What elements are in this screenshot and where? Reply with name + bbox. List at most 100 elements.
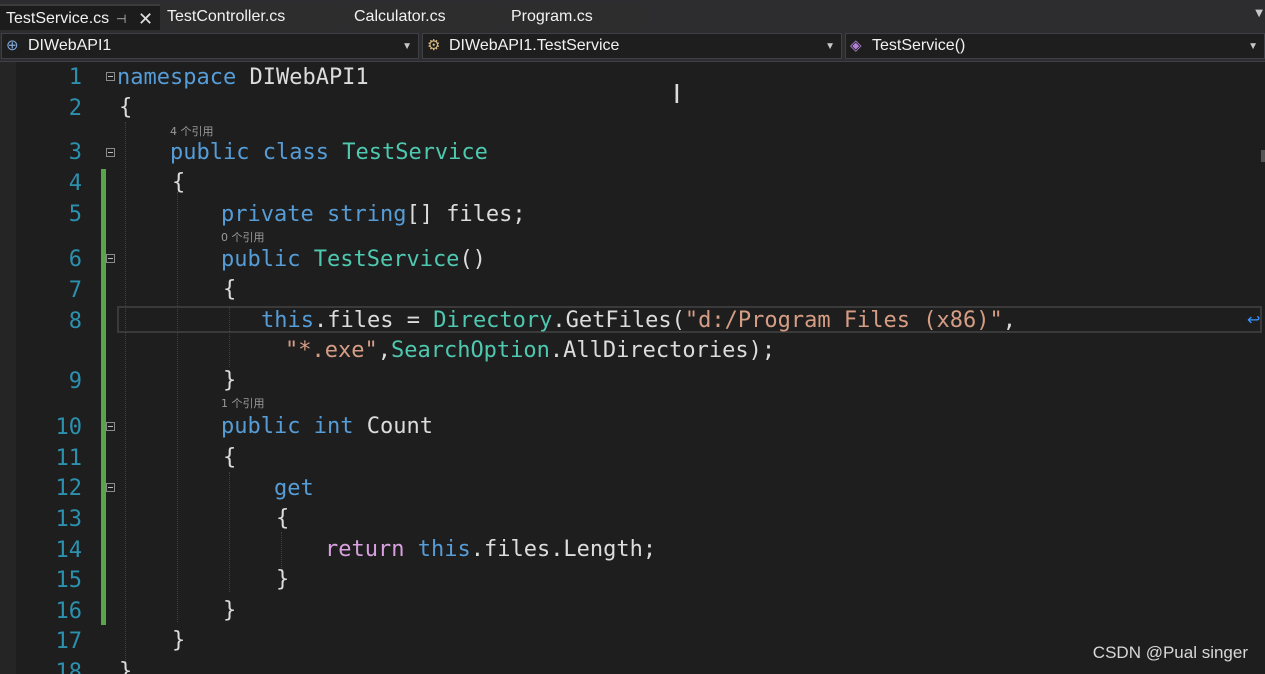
close-icon[interactable]: ✕: [138, 6, 153, 32]
word-wrap-icon: ↩: [1247, 310, 1261, 329]
code-line-13[interactable]: {: [276, 506, 289, 532]
class-icon: ⚙: [427, 37, 441, 54]
code-line-11[interactable]: {: [223, 445, 236, 471]
code-line-8-wrapped[interactable]: "*.exe",SearchOption.AllDirectories);: [285, 338, 775, 364]
tab-testcontroller[interactable]: TestController.cs: [161, 4, 344, 30]
code-line-2[interactable]: {: [119, 95, 132, 121]
code-line-3[interactable]: public class TestService: [170, 140, 488, 166]
tab-calculator[interactable]: Calculator.cs: [348, 4, 501, 30]
collapse-icon[interactable]: [106, 483, 115, 492]
line-number: 11: [55, 446, 83, 471]
keyword: get: [274, 476, 314, 501]
member-dropdown[interactable]: ◈ TestService() ▼: [845, 33, 1265, 59]
navigation-bar: ⊕ DIWebAPI1 ▼ ⚙ DIWebAPI1.TestService ▼ …: [0, 31, 1265, 62]
code-line-15[interactable]: }: [276, 567, 289, 593]
collapse-icon[interactable]: [106, 254, 115, 263]
code-line-7[interactable]: {: [223, 277, 236, 303]
tab-overflow-chevron-icon[interactable]: ▼: [1255, 8, 1263, 19]
brace: {: [172, 170, 186, 195]
code-text: .files =: [313, 308, 434, 333]
code-line-1[interactable]: namespace DIWebAPI1: [117, 65, 369, 91]
line-number: 4: [68, 171, 82, 196]
keyword: private: [221, 202, 314, 227]
brace: }: [223, 368, 237, 393]
code-line-4[interactable]: {: [172, 170, 185, 196]
line-number: 17: [55, 629, 83, 654]
tab-testservice[interactable]: TestService.cs ⊣ ✕: [0, 4, 160, 30]
line-number: 7: [68, 278, 82, 303]
indent-guide: [281, 532, 282, 572]
code-line-16[interactable]: }: [223, 598, 236, 624]
code-line-14[interactable]: return this.files.Length;: [325, 537, 656, 563]
line-number: 9: [68, 369, 82, 394]
comma: ,: [377, 338, 391, 363]
line-number: 13: [55, 507, 83, 532]
tab-program[interactable]: Program.cs: [505, 4, 650, 30]
document-tab-bar: TestService.cs ⊣ ✕ TestController.cs Cal…: [0, 0, 1265, 31]
comma: ,: [1002, 308, 1017, 333]
line-number: 16: [55, 599, 83, 624]
string-literal: "*.exe": [285, 338, 378, 363]
code-line-5[interactable]: private string[] files;: [221, 202, 526, 228]
line-number: 2: [68, 96, 82, 121]
code-editor[interactable]: 1 2 3 4 5 6 7 8 9 10 11 12 13 14 15 16 1…: [0, 62, 1265, 674]
code-line-12[interactable]: get: [274, 476, 314, 502]
code-line-17[interactable]: }: [172, 628, 185, 654]
type-dropdown[interactable]: ⚙ DIWebAPI1.TestService ▼: [422, 33, 842, 59]
type-name: SearchOption: [390, 338, 550, 363]
project-dropdown[interactable]: ⊕ DIWebAPI1 ▼: [1, 33, 419, 59]
collapse-icon[interactable]: [106, 422, 115, 431]
constructor-name: TestService: [313, 247, 460, 272]
code-line-8[interactable]: this.files = Directory.GetFiles("d:/Prog…: [261, 308, 1016, 334]
property-name: Count: [366, 414, 433, 439]
keyword: string: [326, 202, 407, 227]
keyword: public: [221, 414, 301, 439]
string-literal: "d:/Program Files (x86)": [684, 308, 1003, 333]
line-number: 1: [68, 65, 82, 90]
type-name: Directory: [433, 308, 553, 333]
keyword: return: [325, 537, 405, 562]
code-line-10[interactable]: public int Count: [221, 414, 433, 440]
chevron-down-icon[interactable]: ▼: [402, 35, 412, 59]
tab-label: TestController.cs: [167, 8, 286, 25]
brace: {: [276, 506, 290, 531]
method-call: .GetFiles(: [552, 308, 685, 333]
scrollbar-marker[interactable]: [1261, 150, 1265, 162]
change-tracking-bar: [101, 169, 106, 625]
pin-icon[interactable]: ⊣: [116, 6, 126, 32]
keyword: this: [417, 537, 471, 562]
code-line-18[interactable]: }: [119, 659, 132, 674]
codelens-references[interactable]: 0 个引用: [221, 229, 265, 245]
collapse-icon[interactable]: [106, 72, 115, 81]
keyword: public: [221, 247, 301, 272]
line-number: 3: [68, 140, 82, 165]
code-line-9[interactable]: }: [223, 368, 236, 394]
tab-label: TestService.cs: [6, 10, 110, 27]
brace: }: [119, 659, 133, 674]
chevron-down-icon[interactable]: ▼: [825, 35, 835, 59]
keyword: namespace: [117, 65, 237, 90]
code-text: .files.Length;: [470, 537, 657, 562]
brace: {: [223, 445, 237, 470]
type-dropdown-label: DIWebAPI1.TestService: [449, 37, 620, 54]
codelens-references[interactable]: 4 个引用: [170, 123, 214, 139]
namespace-name: DIWebAPI1: [249, 65, 369, 90]
keyword: int: [313, 414, 354, 439]
collapse-icon[interactable]: [106, 148, 115, 157]
watermark: CSDN @Pual singer: [1092, 643, 1248, 662]
class-name: TestService: [342, 140, 488, 165]
code-line-6[interactable]: public TestService(): [221, 247, 486, 273]
keyword: this: [261, 308, 314, 333]
brace: }: [172, 628, 186, 653]
project-dropdown-label: DIWebAPI1: [28, 37, 112, 54]
keyword: public: [170, 140, 250, 165]
line-number: 12: [55, 476, 83, 501]
indent-guide: [229, 472, 230, 592]
chevron-down-icon[interactable]: ▼: [1248, 35, 1258, 59]
method-cube-icon: ◈: [850, 37, 862, 54]
tab-label: Program.cs: [511, 8, 593, 25]
tab-label: Calculator.cs: [354, 8, 446, 25]
codelens-references[interactable]: 1 个引用: [221, 395, 265, 411]
indent-guide: [125, 122, 126, 662]
brace: }: [223, 598, 237, 623]
